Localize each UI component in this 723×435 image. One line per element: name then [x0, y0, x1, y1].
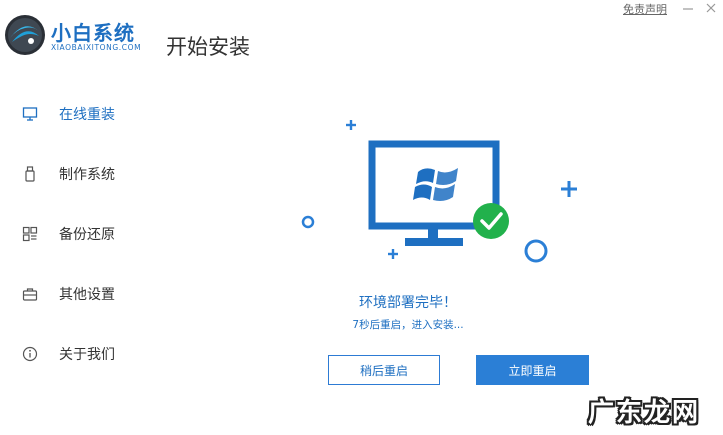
monitor-icon: [22, 107, 38, 121]
ring-decoration: [524, 239, 548, 263]
sidebar-item-online-reinstall[interactable]: 在线重装: [22, 103, 115, 125]
ring-decoration: [301, 215, 315, 229]
plus-decoration: [346, 120, 356, 130]
app-subtitle: XIAOBAIXITONG.COM: [51, 43, 142, 52]
restart-now-button[interactable]: 立即重启: [476, 355, 589, 385]
status-subtitle: 7秒后重启，进入安装...: [352, 319, 464, 331]
sidebar-item-about-us[interactable]: 关于我们: [22, 343, 115, 365]
sidebar-item-other-settings[interactable]: 其他设置: [22, 283, 115, 305]
sidebar-item-backup-restore[interactable]: 备份还原: [22, 223, 115, 245]
minimize-icon[interactable]: [680, 0, 696, 16]
app-logo: [5, 15, 45, 55]
sidebar-item-make-system[interactable]: 制作系统: [22, 163, 115, 185]
sidebar-item-label: 在线重装: [59, 107, 115, 123]
disclaimer-link[interactable]: 免责声明: [623, 1, 667, 17]
check-badge: [473, 203, 509, 239]
page-title: 开始安装: [166, 35, 250, 59]
close-icon[interactable]: [703, 0, 719, 16]
plus-decoration: [388, 249, 398, 259]
sidebar-item-label: 制作系统: [59, 167, 115, 183]
toolbox-icon: [22, 288, 38, 301]
backup-grid-icon: [22, 226, 38, 242]
sidebar-item-label: 备份还原: [59, 227, 115, 243]
watermark: 广东龙网: [588, 398, 701, 428]
usb-drive-icon: [25, 166, 35, 182]
install-illustration: [301, 120, 577, 263]
windows-logo: [413, 168, 458, 201]
sidebar-item-label: 关于我们: [59, 347, 115, 363]
app-name: 小白系统: [51, 21, 135, 45]
info-icon: [22, 346, 38, 362]
sidebar-item-label: 其他设置: [59, 287, 115, 303]
plus-decoration: [561, 181, 577, 197]
restart-later-button[interactable]: 稍后重启: [328, 355, 440, 385]
status-title: 环境部署完毕！: [359, 295, 457, 311]
